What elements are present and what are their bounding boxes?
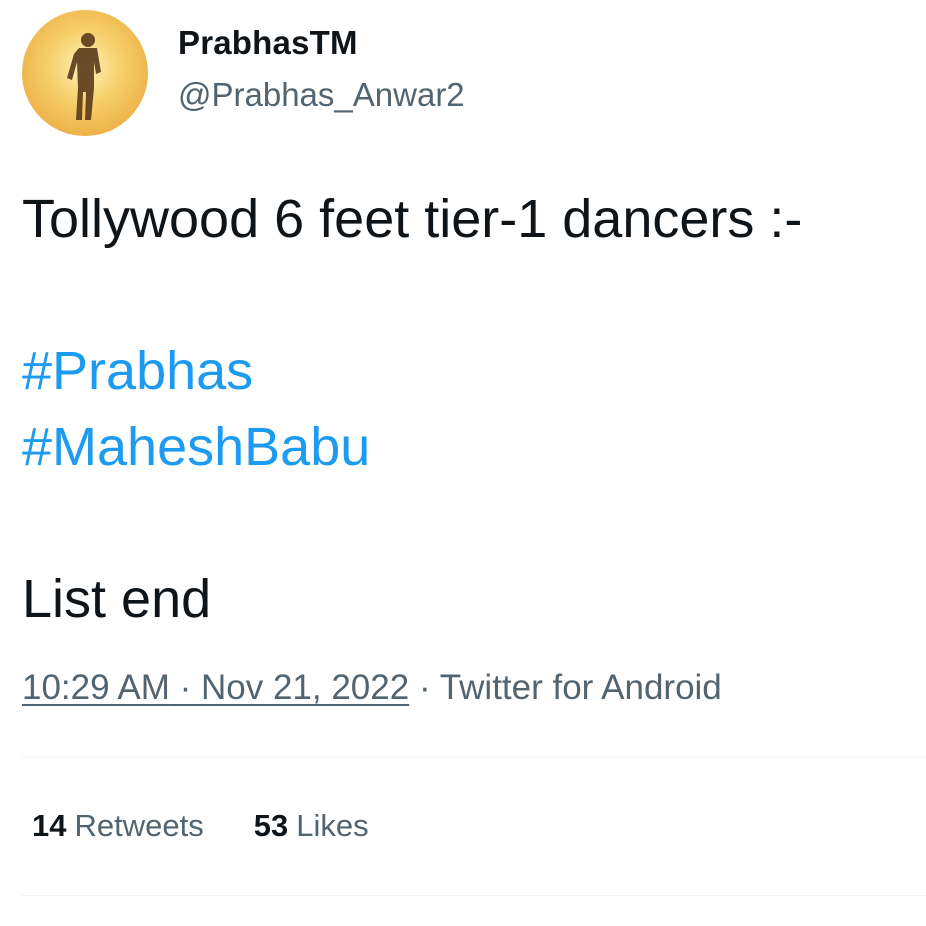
retweets-label: Retweets: [74, 808, 204, 843]
avatar-silhouette-image: [22, 10, 148, 136]
meta-separator: ·: [169, 668, 201, 707]
retweets-count: 14: [32, 808, 67, 843]
author-display-name[interactable]: PrabhasTM: [178, 24, 358, 62]
divider: [22, 895, 926, 896]
likes-count: 53: [253, 808, 289, 843]
tweet-metadata: 10:29 AM · Nov 21, 2022 · Twitter for An…: [22, 668, 722, 708]
avatar[interactable]: [22, 10, 148, 136]
tweet-text-line: List end: [22, 569, 212, 629]
hashtag-prabhas-link[interactable]: #Prabhas: [22, 334, 802, 410]
likes-stat-link[interactable]: 53 Likes: [254, 808, 369, 844]
divider: [22, 757, 926, 758]
tweet-timestamp-link[interactable]: 10:29 AM · Nov 21, 2022: [22, 668, 409, 707]
tweet-source: Twitter for Android: [439, 668, 722, 707]
tweet-date: Nov 21, 2022: [201, 668, 410, 707]
tweet-body: Tollywood 6 feet tier-1 dancers :- #Prab…: [22, 182, 802, 638]
meta-separator: ·: [409, 668, 440, 707]
tweet-text-line: Tollywood 6 feet tier-1 dancers :-: [22, 189, 803, 249]
tweet-time: 10:29 AM: [22, 668, 170, 707]
likes-label: Likes: [296, 808, 369, 843]
author-handle[interactable]: @Prabhas_Anwar2: [178, 76, 465, 114]
retweets-stat-link[interactable]: 14 Retweets: [32, 808, 204, 844]
hashtag-maheshbabu-link[interactable]: #MaheshBabu: [22, 410, 802, 486]
tweet-stats: 14 Retweets 53 Likes: [32, 808, 419, 844]
